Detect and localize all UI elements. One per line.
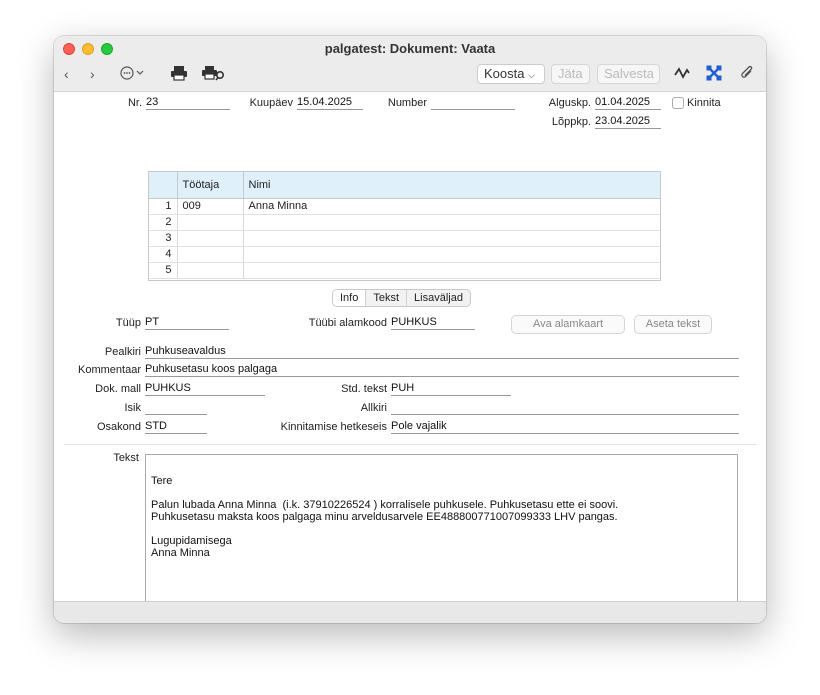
grid-header-row: Töötaja Nimi (149, 172, 660, 199)
ava-alamkaart-button[interactable]: Ava alamkaart (511, 315, 625, 334)
kommentaar-field[interactable]: Puhkusetasu koos palgaga (145, 363, 739, 377)
nr-field[interactable]: 23 (146, 96, 230, 110)
tootaja-cell[interactable]: 009 (177, 198, 244, 215)
tyyp-label: Tüüp (115, 317, 141, 329)
tyyp-field[interactable]: PT (145, 316, 229, 330)
pealkiri-field[interactable]: Puhkuseavaldus (145, 345, 739, 359)
text-line: Lugupidamisega (151, 535, 232, 547)
chevron-down-icon: ⌵ (528, 70, 535, 80)
more-actions-icon[interactable] (120, 65, 146, 84)
table-row[interactable]: 3 (149, 230, 660, 247)
nimi-cell[interactable] (243, 262, 660, 279)
osakond-label: Osakond (96, 421, 141, 433)
print-icon[interactable] (170, 65, 188, 84)
title-bar: palgatest: Dokument: Vaata ‹ › Koosta ⌵ … (54, 36, 766, 92)
pealkiri-label: Pealkiri (104, 346, 141, 358)
text-line: Puhkusetasu maksta koos palgaga minu arv… (151, 511, 618, 523)
tab-lisavaljad[interactable]: Lisaväljad (406, 290, 470, 306)
salvesta-button[interactable]: Salvesta (597, 64, 660, 84)
print-preview-icon[interactable] (202, 65, 226, 84)
table-row[interactable]: 4 (149, 246, 660, 263)
hetkeseis-label: Kinnitamise hetkeseis (280, 421, 387, 433)
text-line: Tere (151, 475, 173, 487)
isik-label: Isik (124, 402, 142, 414)
tab-info[interactable]: Info (333, 290, 366, 306)
text-line: Anna Minna (151, 547, 210, 559)
nimi-cell[interactable] (243, 214, 660, 231)
osakond-field[interactable]: STD (145, 420, 207, 434)
status-bar (54, 601, 766, 623)
document-window: palgatest: Dokument: Vaata ‹ › Koosta ⌵ … (54, 36, 766, 623)
text-line: Palun lubada Anna Minna (i.k. 3791022652… (151, 499, 619, 511)
back-icon[interactable]: ‹ (64, 66, 69, 82)
row-number: 5 (149, 262, 178, 279)
loppkp-field[interactable]: 23.04.2025 (595, 115, 661, 129)
employee-grid: Töötaja Nimi 1 009 Anna Minna 2 3 4 5 (148, 171, 661, 281)
table-row[interactable]: 1 009 Anna Minna (149, 198, 660, 215)
hetkeseis-field[interactable]: Pole vajalik (391, 420, 739, 434)
number-field[interactable] (431, 96, 515, 110)
text-line (151, 523, 732, 535)
grid-rownum-header (149, 172, 178, 199)
kuupaev-label: Kuupäev (249, 97, 293, 109)
tootaja-cell[interactable] (177, 246, 244, 263)
window-title: palgatest: Dokument: Vaata (324, 41, 496, 56)
row-number: 2 (149, 214, 178, 231)
nimi-cell[interactable] (243, 230, 660, 247)
tekst-label: Tekst (113, 452, 139, 464)
connections-icon[interactable] (706, 65, 722, 84)
table-row[interactable]: 5 (149, 262, 660, 279)
kommentaar-label: Kommentaar (78, 364, 141, 376)
kuupaev-field[interactable]: 15.04.2025 (297, 96, 363, 110)
stdtekst-label: Std. tekst (341, 383, 387, 395)
koosta-button[interactable]: Koosta ⌵ (477, 64, 545, 84)
grid-header-nimi[interactable]: Nimi (243, 172, 660, 199)
tootaja-cell[interactable] (177, 262, 244, 279)
row-number: 1 (149, 198, 178, 215)
nr-label: Nr. (127, 97, 142, 109)
row-number: 4 (149, 246, 178, 263)
dokmall-label: Dok. mall (95, 383, 141, 395)
activity-icon[interactable] (674, 65, 690, 84)
tootaja-cell[interactable] (177, 230, 244, 247)
nimi-cell[interactable]: Anna Minna (243, 198, 660, 215)
tab-tekst[interactable]: Tekst (365, 290, 406, 306)
tekst-textarea[interactable]: Tere Palun lubada Anna Minna (i.k. 37910… (145, 454, 738, 623)
alguskp-field[interactable]: 01.04.2025 (595, 96, 661, 110)
dokmall-field[interactable]: PUHKUS (145, 382, 265, 396)
row-number: 3 (149, 230, 178, 247)
kinnita-checkbox[interactable] (672, 97, 684, 109)
alamkood-label: Tüübi alamkood (308, 317, 387, 329)
document-form: Nr. 23 Kuupäev 15.04.2025 Number Alguskp… (54, 93, 766, 623)
allkiri-label: Allkiri (360, 402, 387, 414)
card-tabs: Info Tekst Lisaväljad (332, 289, 471, 307)
loppkp-label: Lõppkp. (551, 116, 591, 128)
allkiri-field[interactable] (391, 401, 739, 415)
stdtekst-field[interactable]: PUH (391, 382, 511, 396)
number-label: Number (387, 97, 427, 109)
isik-field[interactable] (145, 401, 207, 415)
jata-button[interactable]: Jäta (551, 64, 590, 84)
aseta-tekst-button[interactable]: Aseta tekst (634, 315, 712, 334)
text-line (151, 487, 732, 499)
kinnita-label: Kinnita (687, 97, 721, 109)
table-row[interactable]: 2 (149, 214, 660, 231)
nimi-cell[interactable] (243, 246, 660, 263)
grid-header-tootaja[interactable]: Töötaja (177, 172, 244, 199)
attachment-icon[interactable] (740, 65, 754, 84)
forward-icon[interactable]: › (90, 66, 95, 82)
alguskp-label: Alguskp. (548, 97, 591, 109)
tootaja-cell[interactable] (177, 214, 244, 231)
alamkood-field[interactable]: PUHKUS (391, 316, 475, 330)
section-divider (64, 444, 756, 445)
koosta-label: Koosta (484, 66, 525, 81)
